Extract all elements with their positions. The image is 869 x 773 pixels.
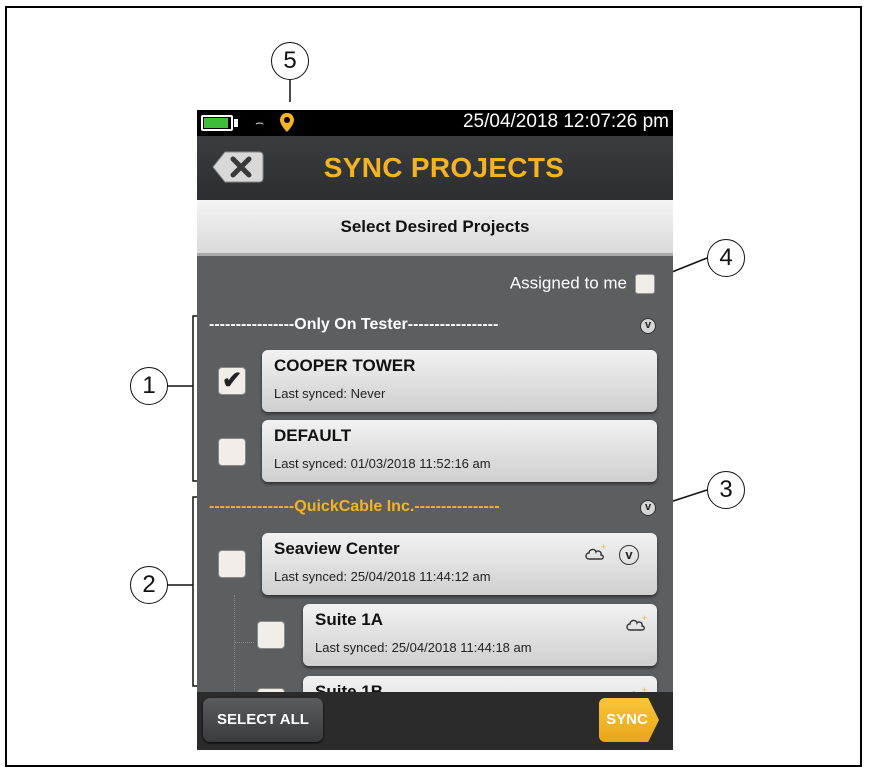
project-name: Seaview Center <box>274 539 400 558</box>
project-card-default[interactable]: DEFAULT Last synced: 01/03/2018 11:52:16… <box>262 420 657 482</box>
project-name: Suite 1A <box>315 610 384 629</box>
project-last-synced: Last synced: 01/03/2018 11:52:16 am <box>274 456 491 471</box>
group-header-only-on-tester: ----------------Only On Tester----------… <box>209 316 499 333</box>
chevron-down-icon[interactable]: v <box>640 318 656 334</box>
svg-text:+: + <box>601 543 606 552</box>
project-last-synced: Last synced: 25/04/2018 11:44:12 am <box>274 569 491 584</box>
project-card-suite-1a[interactable]: Suite 1A Last synced: 25/04/2018 11:44:1… <box>303 604 657 666</box>
assigned-label: Assigned to me <box>509 273 627 293</box>
sync-button[interactable]: SYNC <box>599 698 659 742</box>
assigned-checkbox[interactable] <box>635 273 655 294</box>
status-datetime: 25/04/2018 12:07:26 pm <box>462 111 669 132</box>
chevron-down-icon[interactable]: v <box>640 500 656 516</box>
page-title: SYNC PROJECTS <box>323 152 565 183</box>
project-checkbox-default[interactable] <box>218 438 246 466</box>
status-bar: ⌢ 25/04/2018 12:07:26 pm <box>197 110 673 136</box>
group-header-quickcable: ----------------QuickCable Inc.---------… <box>209 498 500 515</box>
project-checkbox-suite-1a[interactable] <box>257 621 285 649</box>
chevron-down-icon[interactable]: v <box>619 545 639 565</box>
checkmark-icon: ✔ <box>222 367 243 394</box>
project-last-synced: Last synced: 25/04/2018 11:44:18 am <box>315 640 532 655</box>
callout-5: 5 <box>271 42 309 80</box>
svg-text:+: + <box>642 614 647 623</box>
subheader: Select Desired Projects <box>197 200 673 256</box>
project-card-cooper-tower[interactable]: COOPER TOWER Last synced: Never <box>262 350 657 412</box>
wifi-icon: ⌢ <box>255 114 265 130</box>
project-checkbox-cooper-tower[interactable]: ✔ <box>218 367 246 395</box>
battery-icon <box>201 115 233 131</box>
project-name: COOPER TOWER <box>274 356 416 375</box>
tree-connector <box>234 642 254 643</box>
cloud-icon: + <box>626 614 647 631</box>
project-card-seaview-center[interactable]: Seaview Center Last synced: 25/04/2018 1… <box>262 533 657 595</box>
callout-1: 1 <box>130 367 168 405</box>
assigned-filter[interactable]: Assigned to me <box>510 273 655 294</box>
project-name: DEFAULT <box>274 426 352 445</box>
project-last-synced: Last synced: Never <box>274 386 386 401</box>
location-pin-icon <box>280 113 294 132</box>
tree-connector <box>234 595 235 705</box>
device-screen: ⌢ 25/04/2018 12:07:26 pm SYNC PROJECTS S… <box>197 110 673 750</box>
select-all-button[interactable]: SELECT ALL <box>203 698 323 742</box>
project-checkbox-seaview-center[interactable] <box>218 550 246 578</box>
title-bar: SYNC PROJECTS <box>197 136 673 200</box>
cloud-icon: + <box>585 543 606 560</box>
bottom-bar: SELECT ALL SYNC <box>197 692 673 750</box>
callout-2: 2 <box>130 566 168 604</box>
callout-3: 3 <box>707 471 745 509</box>
callout-4: 4 <box>707 239 745 277</box>
